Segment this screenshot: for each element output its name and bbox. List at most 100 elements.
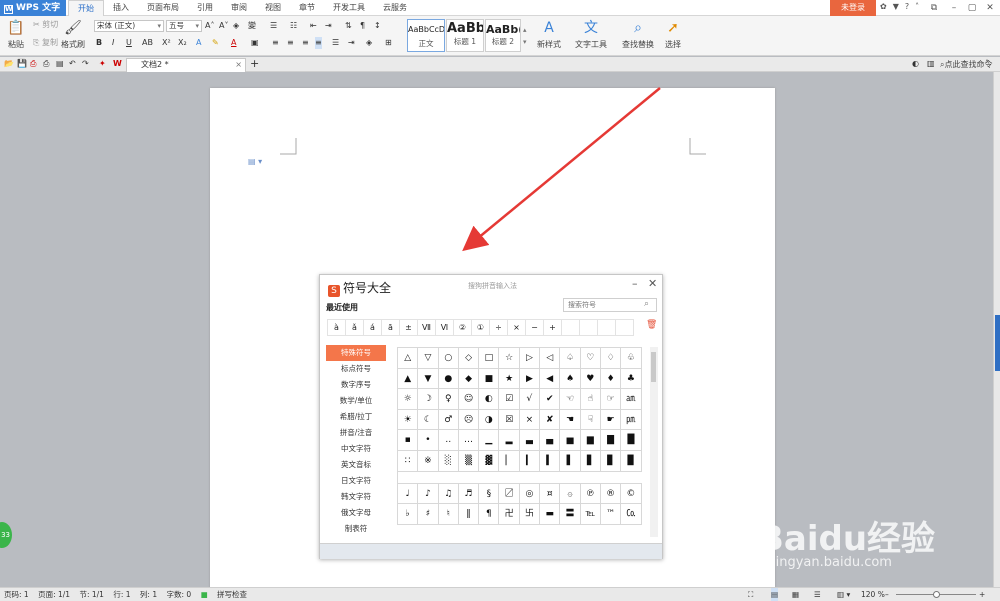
wps-w-icon[interactable]: W (113, 58, 122, 70)
symbol-cell[interactable]: ㏂ (621, 389, 642, 410)
open-icon[interactable]: 📂 (4, 58, 14, 70)
tab-close-icon[interactable]: × (235, 59, 242, 71)
cut-button[interactable]: ✂ 剪切 (33, 19, 58, 31)
symbol-cell[interactable]: ¤ (540, 483, 561, 505)
symbol-cell[interactable]: ☛ (600, 409, 622, 431)
recent-symbol[interactable]: ā (381, 319, 400, 336)
zoom-out-icon[interactable]: – (885, 588, 889, 601)
subscript-icon[interactable]: X₂ (178, 37, 187, 49)
recent-symbol[interactable]: ① (471, 319, 490, 336)
symbol-cell[interactable]: 〓 (560, 504, 581, 525)
symbol-cell[interactable]: ▬ (540, 504, 561, 525)
symbol-cell[interactable]: ☾ (418, 409, 439, 431)
symbol-cell[interactable]: ☆ (499, 348, 520, 369)
symbol-cell[interactable]: ▆ (580, 430, 601, 451)
dialog-minimize-icon[interactable]: – (632, 277, 638, 290)
symbol-cell[interactable]: ♥ (580, 368, 601, 390)
symbol-cell[interactable]: █ (621, 430, 642, 451)
select-button[interactable]: ➚ 选择 (660, 19, 686, 50)
recent-symbol[interactable] (615, 319, 634, 336)
symbol-cell[interactable]: ▶ (519, 368, 541, 390)
symbol-cell[interactable]: ▲ (398, 368, 419, 390)
category-item[interactable]: 俄文字母 (326, 505, 386, 521)
trash-icon[interactable]: 🗑 (646, 320, 657, 330)
save-icon[interactable]: 💾 (17, 58, 27, 70)
symbol-cell[interactable]: ▽ (418, 348, 439, 369)
font-color-icon[interactable]: A (231, 37, 236, 49)
bold-icon[interactable]: B (96, 37, 102, 49)
find-replace-button[interactable]: ⌕ 查找替换 (620, 19, 656, 50)
symbol-cell[interactable]: × (519, 409, 541, 431)
symbol-cell[interactable]: ▪ (398, 430, 419, 451)
category-item[interactable]: 希腊/拉丁 (326, 409, 386, 425)
redo-icon[interactable]: ↷ (82, 58, 89, 70)
line-spacing-icon[interactable]: ↕ (374, 20, 381, 32)
symbol-cell[interactable]: ‥ (438, 430, 459, 451)
symbol-cell[interactable]: ® (600, 483, 622, 505)
recent-symbol[interactable]: − (525, 319, 544, 336)
align-right-icon[interactable]: ≡ (302, 37, 309, 49)
align-left-icon[interactable]: ≡ (272, 37, 279, 49)
app-menu-button[interactable]: WWPS 文字 ▾ (0, 0, 66, 29)
grow-font-icon[interactable]: A˄ (205, 20, 214, 32)
style-heading-2[interactable]: AaBb( 标题 2 (485, 19, 521, 52)
symbol-cell[interactable]: ☹ (458, 409, 480, 431)
zoom-in-icon[interactable]: + (979, 588, 985, 601)
symbol-cell[interactable]: ♪ (418, 483, 439, 505)
symbol-cell[interactable]: ☞ (600, 389, 622, 410)
number-list-icon[interactable]: ☷ (290, 20, 297, 32)
symbol-cell[interactable]: … (458, 430, 480, 451)
indent-decrease-icon[interactable]: ⇤ (310, 20, 317, 32)
symbol-cell[interactable]: ▋ (580, 450, 601, 472)
pin-icon[interactable]: ✦ (99, 58, 106, 70)
symbol-cell[interactable]: ▒ (458, 450, 480, 472)
clear-format-icon[interactable]: ◈ (233, 20, 239, 32)
status-words[interactable]: 字数: 0 (166, 590, 191, 599)
symbol-cell[interactable]: 卐 (519, 504, 541, 525)
text-effect-icon[interactable]: A (196, 37, 201, 49)
sort-icon[interactable]: ⇅ (345, 20, 352, 32)
symbol-cell[interactable]: ♮ (438, 504, 459, 525)
category-item[interactable]: 中文字符 (326, 441, 386, 457)
symbol-cell[interactable]: ♩ (398, 483, 419, 505)
category-item[interactable]: 韩文字符 (326, 489, 386, 505)
symbol-cell[interactable]: © (621, 483, 642, 505)
symbol-cell[interactable]: ♯ (418, 504, 439, 525)
symbol-cell[interactable]: ☝ (580, 389, 601, 410)
symbol-cell[interactable]: § (479, 483, 500, 505)
symbol-cell[interactable]: ✔ (540, 389, 561, 410)
category-item[interactable]: 特殊符号 (326, 345, 386, 361)
spell-check[interactable]: ■ 拼写检查 (201, 590, 254, 599)
paste-button[interactable]: 📋 粘贴 (4, 19, 28, 50)
recent-symbol[interactable] (579, 319, 598, 336)
symbol-cell[interactable]: ♭ (398, 504, 419, 525)
symbol-cell[interactable]: ¶ (479, 504, 500, 525)
symbol-cell[interactable]: ▁ (479, 430, 500, 451)
recent-symbol[interactable]: ± (399, 319, 418, 336)
symbol-cell[interactable]: 卍 (499, 504, 520, 525)
tab-home[interactable]: 开始 (68, 0, 104, 16)
symbol-cell[interactable]: • (418, 430, 439, 451)
tab-chapter[interactable]: 章节 (290, 0, 324, 16)
symbol-cell[interactable]: □ (479, 348, 500, 369)
symbol-cell[interactable]: ○ (438, 348, 459, 369)
symbol-cell[interactable]: ☟ (580, 409, 601, 431)
symbol-cell[interactable]: ♫ (438, 483, 459, 505)
symbol-cell[interactable]: ▃ (519, 430, 541, 451)
symbol-cell[interactable]: ۞ (560, 483, 581, 505)
search-icon[interactable]: ⌕ (644, 299, 649, 309)
symbol-cell[interactable]: ♀ (438, 389, 459, 410)
chevron-up-icon[interactable]: ˄ (915, 2, 919, 11)
sync-icon[interactable]: ◐ (912, 58, 919, 70)
recent-symbol[interactable]: × (507, 319, 526, 336)
shading-icon[interactable]: ◈ (366, 37, 372, 49)
category-item[interactable]: 数字序号 (326, 377, 386, 393)
symbol-cell[interactable]: ● (438, 368, 459, 390)
fullscreen-icon[interactable]: ⛶ (748, 588, 753, 601)
symbol-cell[interactable]: ☜ (560, 389, 581, 410)
category-item[interactable]: 拼音/注音 (326, 425, 386, 441)
symbol-cell[interactable]: ♂ (438, 409, 459, 431)
symbol-cell[interactable]: ▍ (540, 450, 561, 472)
restore-icon[interactable]: ⧉ (926, 0, 942, 16)
symbol-cell[interactable]: ▇ (600, 430, 622, 451)
